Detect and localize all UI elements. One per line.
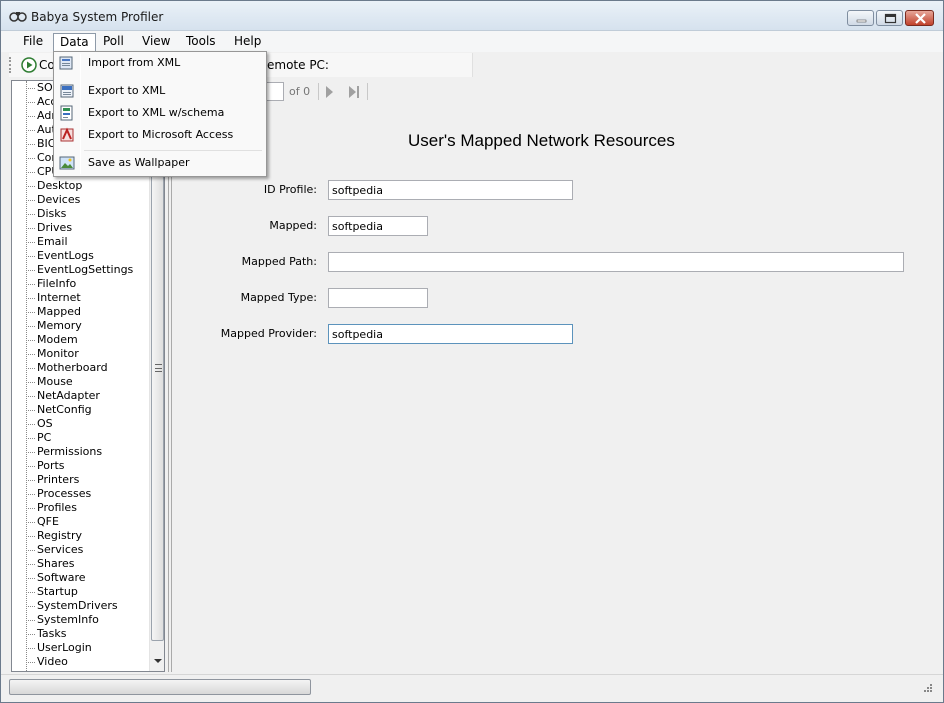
- tree-item[interactable]: Profiles: [12, 501, 148, 515]
- nav-separator: [367, 83, 368, 100]
- menu-file[interactable]: File: [17, 33, 49, 51]
- minimize-button[interactable]: [847, 10, 874, 26]
- menu-poll[interactable]: Poll: [97, 33, 130, 51]
- id-profile-label: ID Profile:: [263, 183, 317, 196]
- menu-separator: [84, 150, 262, 151]
- tree-item[interactable]: Software: [12, 571, 148, 585]
- tree-item[interactable]: Motherboard: [12, 361, 148, 375]
- tree-item[interactable]: Services: [12, 543, 148, 557]
- nav-separator: [318, 83, 319, 100]
- id-profile-field[interactable]: softpedia: [328, 180, 573, 200]
- export-xml-schema-icon: [60, 105, 73, 121]
- tree-item[interactable]: EventLogSettings: [12, 263, 148, 277]
- minimize-icon: [856, 19, 867, 23]
- tree-item[interactable]: Startup: [12, 585, 148, 599]
- last-record-icon[interactable]: [348, 86, 360, 98]
- maximize-button[interactable]: [876, 10, 903, 26]
- grip-icon: [155, 364, 162, 372]
- menu-bar: File Data Poll View Tools Help: [1, 31, 943, 52]
- import-xml-icon: [59, 56, 73, 70]
- close-icon: [915, 13, 926, 24]
- menu-tools[interactable]: Tools: [180, 33, 222, 51]
- tree-item[interactable]: OS: [12, 417, 148, 431]
- menu-item-export-xml-schema[interactable]: Export to XML w/schema: [56, 102, 264, 124]
- tree-item[interactable]: Ports: [12, 459, 148, 473]
- tree-item[interactable]: Internet: [12, 291, 148, 305]
- maximize-icon: [884, 13, 897, 24]
- close-button[interactable]: [905, 10, 934, 26]
- tree-item[interactable]: NetConfig: [12, 403, 148, 417]
- menu-item-label: Export to XML w/schema: [88, 106, 225, 119]
- record-navigator: of 0: [174, 80, 940, 104]
- menu-item-label: Save as Wallpaper: [88, 156, 190, 169]
- tree-item[interactable]: PC: [12, 431, 148, 445]
- tree-item[interactable]: FileInfo: [12, 277, 148, 291]
- tree-item[interactable]: Tasks: [12, 627, 148, 641]
- play-icon[interactable]: [21, 57, 37, 73]
- tree-item[interactable]: Monitor: [12, 347, 148, 361]
- mapped-provider-label: Mapped Provider:: [220, 327, 317, 340]
- title-bar[interactable]: Babya System Profiler: [1, 1, 943, 31]
- content-pane: of 0 User's Mapped Network Resources ID …: [174, 80, 940, 672]
- tree-item[interactable]: Printers: [12, 473, 148, 487]
- menu-view[interactable]: View: [136, 33, 176, 51]
- window-title: Babya System Profiler: [31, 10, 164, 24]
- mapped-path-label: Mapped Path:: [241, 255, 317, 268]
- tree-item[interactable]: Permissions: [12, 445, 148, 459]
- tree-item[interactable]: Devices: [12, 193, 148, 207]
- resize-grip-icon[interactable]: [921, 683, 933, 695]
- mapped-type-field[interactable]: [328, 288, 428, 308]
- tree-item[interactable]: QFE: [12, 515, 148, 529]
- tree-item[interactable]: UserLogin: [12, 641, 148, 655]
- menu-item-import-xml[interactable]: Import from XML: [56, 52, 264, 74]
- tree-item[interactable]: SystemDrivers: [12, 599, 148, 613]
- tree-item[interactable]: NetAdapter: [12, 389, 148, 403]
- menu-help[interactable]: Help: [228, 33, 267, 51]
- binoculars-icon: [9, 12, 27, 22]
- form-title: User's Mapped Network Resources: [408, 131, 675, 150]
- tree-item[interactable]: Email: [12, 235, 148, 249]
- app-window: Babya System Profiler File Data Poll Vie…: [0, 0, 944, 703]
- remote-pc-label: emote PC:: [267, 58, 329, 72]
- tree-item[interactable]: SystemInfo: [12, 613, 148, 627]
- tree-item[interactable]: EventLogs: [12, 249, 148, 263]
- tree-item[interactable]: Processes: [12, 487, 148, 501]
- mapped-type-label: Mapped Type:: [240, 291, 317, 304]
- record-count-label: of 0: [289, 85, 311, 98]
- data-menu-dropdown: Import from XML Export to XML Export to …: [53, 51, 267, 177]
- progress-bar: [9, 679, 311, 695]
- tree-item[interactable]: Video: [12, 655, 148, 669]
- tree-item[interactable]: Memory: [12, 319, 148, 333]
- access-icon: [60, 127, 74, 142]
- mapped-label: Mapped:: [269, 219, 317, 232]
- menu-item-label: Import from XML: [88, 56, 181, 69]
- menu-data[interactable]: Data: [53, 33, 96, 51]
- tree-item[interactable]: Registry: [12, 529, 148, 543]
- scroll-down-arrow-icon[interactable]: [154, 659, 162, 663]
- tree-item[interactable]: Shares: [12, 557, 148, 571]
- tree-item[interactable]: Drives: [12, 221, 148, 235]
- menu-item-label: Export to XML: [88, 84, 166, 97]
- next-record-icon[interactable]: [326, 86, 333, 98]
- toolbar-grip[interactable]: [9, 57, 12, 73]
- menu-item-export-access[interactable]: Export to Microsoft Access: [56, 124, 264, 146]
- tree-item[interactable]: Modem: [12, 333, 148, 347]
- wallpaper-icon: [59, 156, 75, 170]
- mapped-path-field[interactable]: [328, 252, 904, 272]
- menu-item-export-xml[interactable]: Export to XML: [56, 80, 264, 102]
- mapped-field[interactable]: softpedia: [328, 216, 428, 236]
- tree-item[interactable]: Disks: [12, 207, 148, 221]
- tree-item[interactable]: Mouse: [12, 375, 148, 389]
- status-bar: [1, 674, 943, 702]
- tree-item[interactable]: Mapped: [12, 305, 148, 319]
- mapped-provider-field[interactable]: softpedia: [328, 324, 573, 344]
- menu-item-save-wallpaper[interactable]: Save as Wallpaper: [56, 152, 264, 174]
- export-xml-icon: [60, 84, 74, 98]
- menu-item-label: Export to Microsoft Access: [88, 128, 234, 141]
- tree-item[interactable]: Desktop: [12, 179, 148, 193]
